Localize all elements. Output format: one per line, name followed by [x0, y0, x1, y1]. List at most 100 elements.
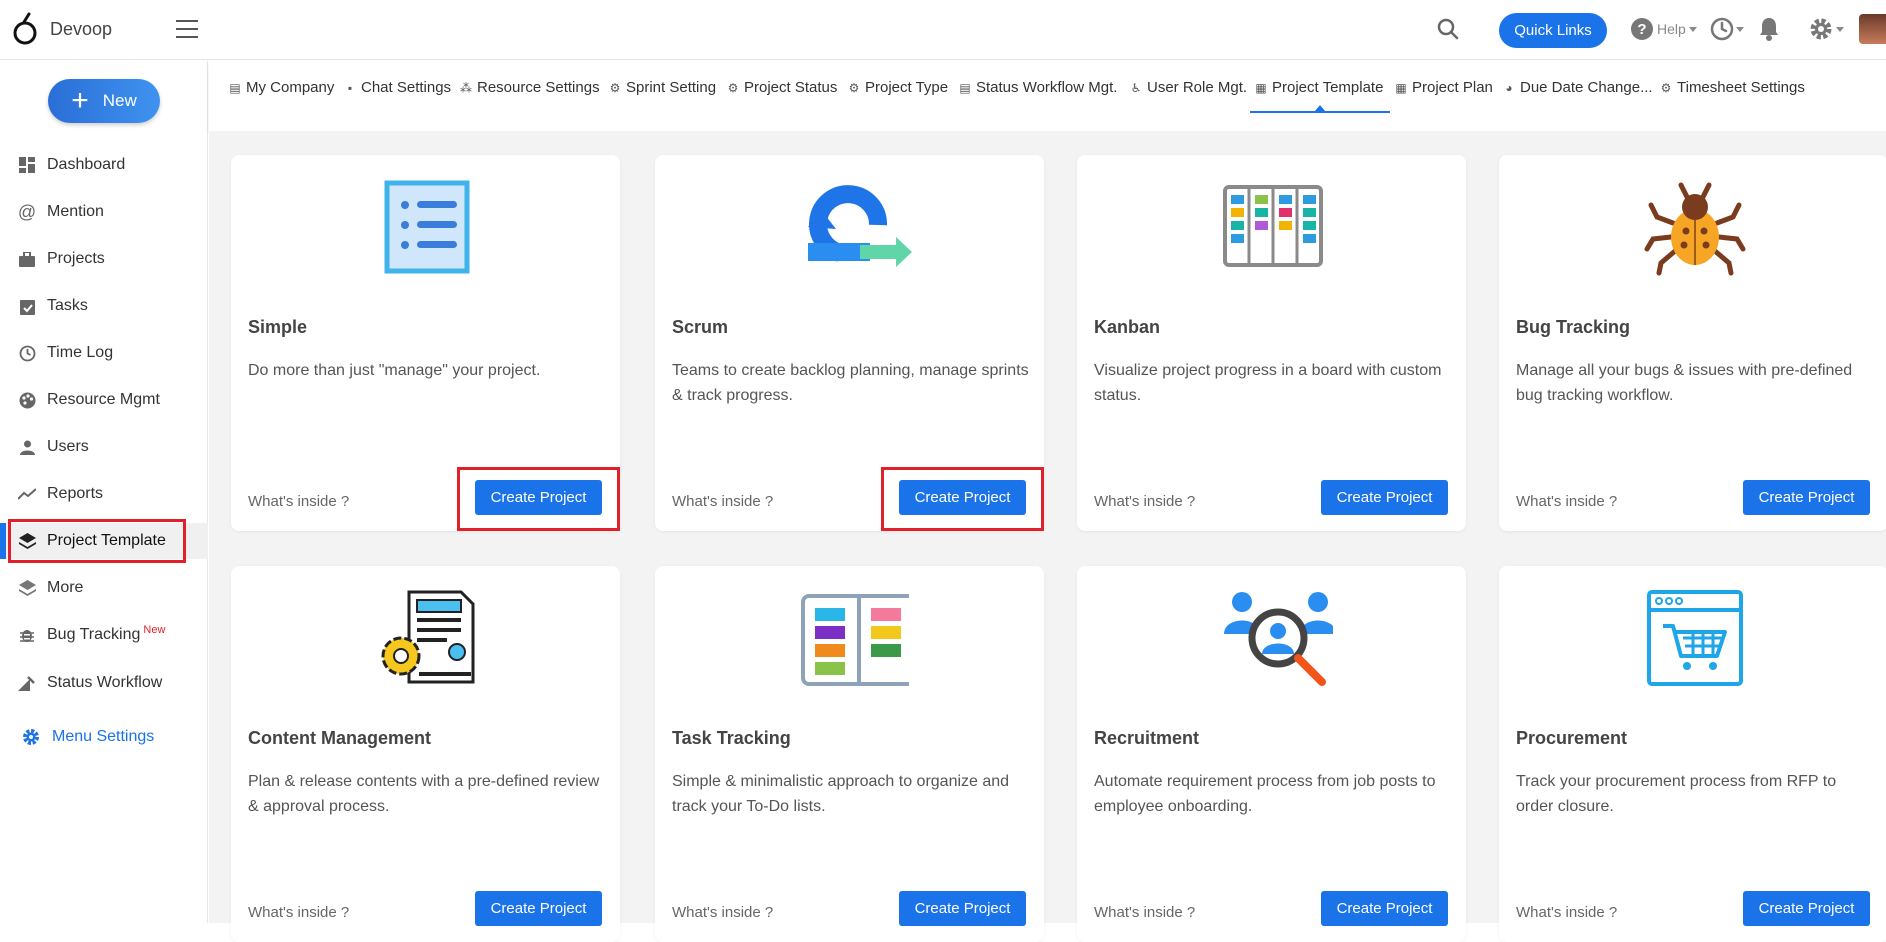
whats-inside-link[interactable]: What's inside ? [248, 493, 349, 510]
sidebar-item-label: Reports [47, 485, 104, 502]
whats-inside-link[interactable]: What's inside ? [672, 493, 773, 510]
card-description: Visualize project progress in a board wi… [1094, 362, 1442, 404]
whats-inside-link[interactable]: What's inside ? [1094, 493, 1195, 510]
sidebar-item-label: Mention [47, 203, 104, 220]
building-icon: ▤ [959, 80, 971, 95]
create-project-button[interactable]: Create Project [1743, 891, 1870, 926]
sidebar-item-dashboard[interactable]: Dashboard [0, 147, 208, 183]
sidebar-item-reports[interactable]: Reports [0, 476, 208, 512]
sidebar-item-project-template[interactable]: Project Template [0, 519, 208, 563]
sidebar-item-label: Resource Mgmt [47, 391, 160, 408]
create-project-button[interactable]: Create Project [899, 891, 1026, 926]
new-button[interactable]: + New [48, 79, 160, 123]
template-card-simple: Simple Do more than just "manage" your p… [231, 155, 620, 531]
kanban-board-icon [1223, 185, 1323, 267]
hamburger-menu-icon[interactable] [176, 20, 198, 38]
user-avatar[interactable] [1859, 14, 1886, 44]
tab-due-date-change[interactable]: ◕ Due Date Change... [1502, 79, 1652, 96]
tab-project-plan[interactable]: ▦ Project Plan [1394, 79, 1493, 96]
sidebar-item-resource-mgmt[interactable]: Resource Mgmt [0, 382, 208, 418]
sidebar-item-mention[interactable]: @ Mention [0, 194, 208, 230]
sidebar-item-time-log[interactable]: Time Log [0, 335, 208, 371]
card-title: Content Management [248, 728, 432, 748]
card-title: Recruitment [1094, 728, 1200, 748]
chevron-down-icon [1736, 26, 1744, 32]
help-icon: ? [1631, 18, 1653, 40]
whats-inside-link[interactable]: What's inside ? [248, 904, 349, 921]
layers-icon [18, 532, 36, 550]
menu-settings-label: Menu Settings [52, 728, 155, 745]
create-project-button[interactable]: Create Project [1321, 480, 1448, 515]
template-card-bug-tracking: Bug Tracking Manage all your bugs & issu… [1499, 155, 1886, 531]
dashboard-icon [18, 156, 36, 174]
tab-resource-settings[interactable]: ⁂ Resource Settings [459, 79, 600, 96]
whats-inside-link[interactable]: What's inside ? [1094, 904, 1195, 921]
card-title: Kanban [1094, 317, 1161, 337]
sidebar-item-bug-tracking[interactable]: Bug Tracking New [0, 617, 208, 653]
pie-clock-icon: ◕ [1505, 80, 1513, 95]
gear-icon [23, 729, 39, 745]
sidebar-item-label: More [47, 579, 84, 596]
chat-gear-icon: ▪ [347, 80, 353, 95]
tab-sprint-setting[interactable]: ⚙ Sprint Setting [608, 79, 716, 96]
sidebar-item-more[interactable]: More [0, 570, 208, 606]
active-tab-pointer [1315, 105, 1325, 111]
template-card-recruitment: Recruitment Automate requirement process… [1077, 566, 1466, 942]
sidebar-item-tasks[interactable]: Tasks [0, 288, 208, 324]
bug-icon [18, 626, 36, 644]
candidate-search-icon [1224, 592, 1333, 686]
tab-user-role-mgt[interactable]: ♿ User Role Mgt. [1129, 79, 1247, 96]
tab-project-template[interactable]: ▦ Project Template [1254, 79, 1383, 96]
tab-chat-settings[interactable]: ▪ Chat Settings [343, 79, 451, 96]
whats-inside-link[interactable]: What's inside ? [672, 904, 773, 921]
template-card-task-tracking: Task Tracking Simple & minimalistic appr… [655, 566, 1044, 942]
card-title: Simple [248, 317, 308, 337]
top-bar: Devoop Quick Links ? Help [0, 0, 1886, 60]
template-card-scrum: Scrum Teams to create backlog planning, … [655, 155, 1044, 531]
tab-project-status[interactable]: ⚙ Project Status [726, 79, 838, 96]
sidebar-item-users[interactable]: Users [0, 429, 208, 465]
sidebar-item-status-workflow[interactable]: Status Workflow [0, 665, 208, 701]
tab-status-workflow-mgt[interactable]: ▤ Status Workflow Mgt. [958, 79, 1117, 96]
card-title: Bug Tracking [1516, 317, 1631, 337]
card-description: Automate requirement process from job po… [1094, 773, 1436, 815]
template-grid: Simple Do more than just "manage" your p… [209, 131, 1886, 942]
gear-icon: ⚙ [1660, 80, 1672, 95]
table-icon: ▦ [1395, 80, 1407, 95]
building-icon: ▤ [229, 80, 241, 95]
whats-inside-link[interactable]: What's inside ? [1516, 493, 1617, 510]
create-project-button[interactable]: Create Project [475, 891, 602, 926]
palette-icon [18, 391, 36, 409]
tab-my-company[interactable]: ▤ My Company [228, 79, 334, 96]
notification-bell-icon[interactable] [1758, 16, 1780, 42]
tab-timesheet-settings[interactable]: ⚙ Timesheet Settings [1659, 79, 1805, 96]
active-indicator [0, 523, 6, 559]
sidebar-item-projects[interactable]: Projects [0, 241, 208, 277]
table-icon: ▦ [1255, 80, 1267, 95]
create-project-button[interactable]: Create Project [899, 480, 1026, 515]
new-button-label: New [102, 91, 137, 110]
create-project-button[interactable]: Create Project [475, 480, 602, 515]
sidebar-item-label: Bug Tracking [47, 626, 141, 643]
sidebar-item-label: Users [47, 438, 89, 455]
recent-history-menu[interactable] [1710, 17, 1744, 41]
quick-links-button[interactable]: Quick Links [1499, 13, 1607, 48]
plus-icon: + [71, 84, 89, 117]
active-tab-underline [1250, 111, 1390, 113]
help-menu[interactable]: ? Help [1630, 17, 1697, 41]
chevron-down-icon [1688, 26, 1697, 32]
menu-settings-link[interactable]: Menu Settings [22, 728, 154, 746]
workflow-icon [18, 674, 36, 692]
create-project-button[interactable]: Create Project [1743, 480, 1870, 515]
trend-icon [18, 485, 36, 503]
gear-icon: ⚙ [609, 80, 621, 95]
search-icon[interactable] [1436, 17, 1460, 41]
whats-inside-link[interactable]: What's inside ? [1516, 904, 1617, 921]
tab-project-type[interactable]: ⚙ Project Type [847, 79, 949, 96]
settings-menu[interactable] [1808, 16, 1844, 42]
task-board-icon [801, 594, 909, 686]
sidebar-item-label: Project Template [47, 532, 166, 549]
devoop-logo-icon [13, 12, 37, 45]
create-project-button[interactable]: Create Project [1321, 891, 1448, 926]
app-logo[interactable]: Devoop [12, 12, 112, 46]
